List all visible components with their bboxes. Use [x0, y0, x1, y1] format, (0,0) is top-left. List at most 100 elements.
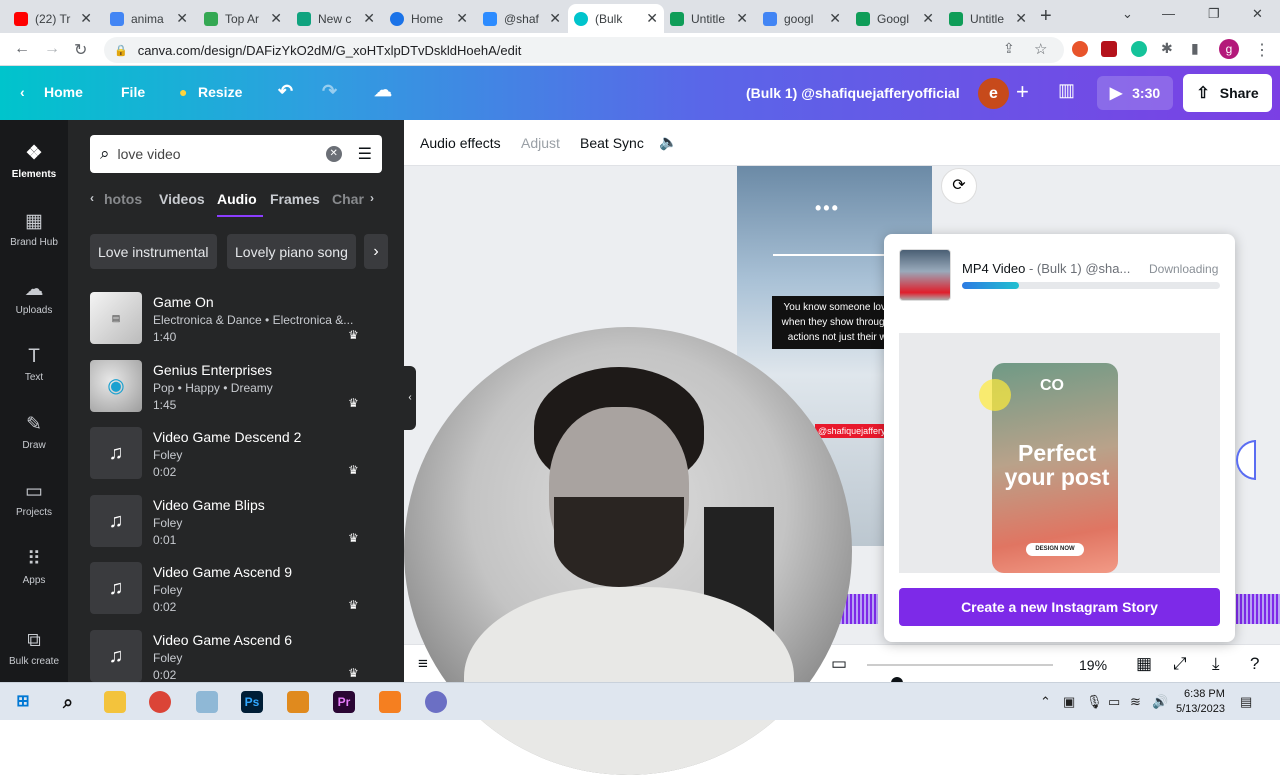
tray-icon[interactable]: ▣	[1063, 694, 1075, 710]
undo-icon[interactable]: ↶	[278, 81, 293, 102]
zoom-level[interactable]: 19%	[1079, 657, 1107, 673]
list-item[interactable]: ♫ Video Game Descend 2 Foley 0:02 ♛	[90, 424, 390, 482]
browser-tab[interactable]: googl ✕	[757, 4, 847, 33]
photoshop-icon[interactable]: Ps	[241, 691, 263, 713]
audio-effects-button[interactable]: Audio effects	[420, 135, 501, 151]
bookmark-star-icon[interactable]: ☆	[1034, 40, 1047, 58]
close-tab-icon[interactable]: ✕	[1015, 10, 1027, 27]
collapse-panel-icon[interactable]: ‹	[404, 366, 416, 430]
avatar[interactable]: e	[978, 78, 1009, 109]
tab-audio[interactable]: Audio	[217, 191, 257, 207]
rail-item-brand-hub[interactable]: ▦ Brand Hub	[0, 210, 68, 248]
tabs-next-icon[interactable]: ›	[370, 191, 374, 205]
windows-start-icon[interactable]: ⊞	[12, 691, 34, 713]
speaker-icon[interactable]: 🔊	[1152, 694, 1168, 710]
analytics-icon[interactable]: ▥	[1058, 80, 1075, 101]
home-button[interactable]: Home	[44, 84, 83, 100]
redo-icon[interactable]: ↷	[322, 81, 337, 102]
add-collaborator-icon[interactable]: +	[1016, 79, 1029, 105]
extension-icon[interactable]	[1101, 41, 1117, 57]
browser-tab[interactable]: Top Ar ✕	[198, 4, 288, 33]
app-icon[interactable]	[379, 691, 401, 713]
system-clock[interactable]: 6:38 PM 5/13/2023	[1176, 687, 1225, 717]
adjust-button[interactable]: Adjust	[521, 135, 560, 151]
close-tab-icon[interactable]: ✕	[176, 10, 188, 27]
browser-tab[interactable]: New c ✕	[291, 4, 381, 33]
design-title[interactable]: (Bulk 1) @shafiquejafferyofficial	[746, 85, 960, 101]
tray-chevron-icon[interactable]: ⌃	[1040, 694, 1051, 710]
back-icon[interactable]: ←	[14, 40, 30, 58]
tab-photos[interactable]: hotos	[104, 191, 142, 207]
microphone-icon[interactable]: 🎙	[1086, 694, 1103, 710]
search-input[interactable]	[117, 146, 326, 162]
battery-icon[interactable]: ▭	[1108, 694, 1120, 710]
search-icon[interactable]: ⌕	[57, 691, 79, 713]
extension-icon[interactable]	[1072, 41, 1088, 57]
refresh-icon[interactable]: ⟳	[941, 168, 977, 204]
app-icon[interactable]	[287, 691, 309, 713]
create-instagram-story-button[interactable]: Create a new Instagram Story	[899, 588, 1220, 626]
rail-item-elements[interactable]: ❖ Elements	[0, 142, 68, 180]
browser-tab[interactable]: Untitle ✕	[664, 4, 754, 33]
close-tab-icon[interactable]: ✕	[829, 10, 841, 27]
list-item[interactable]: ▤ Game On Electronica & Dance • Electron…	[90, 289, 390, 347]
file-menu-button[interactable]: File	[121, 84, 145, 100]
rail-item-uploads[interactable]: ☁ Uploads	[0, 278, 68, 316]
browser-tab[interactable]: @shaf ✕	[477, 4, 567, 33]
rail-item-draw[interactable]: ✎ Draw	[0, 413, 68, 451]
chevron-right-icon[interactable]: ›	[364, 234, 388, 269]
cloud-saved-icon[interactable]: ☁	[374, 80, 392, 101]
rail-item-bulk-create[interactable]: ⧉ Bulk create	[0, 630, 68, 667]
list-item[interactable]: ♫ Video Game Ascend 9 Foley 0:02 ♛	[90, 559, 390, 617]
tabs-prev-icon[interactable]: ‹	[90, 191, 94, 205]
tab-search-icon[interactable]: ⌄	[1122, 6, 1133, 22]
reload-icon[interactable]: ↻	[74, 40, 87, 60]
rail-item-apps[interactable]: ⠿ Apps	[0, 548, 68, 586]
close-tab-icon[interactable]: ✕	[456, 10, 468, 27]
page-view-icon[interactable]: ▭	[831, 654, 847, 674]
share-button[interactable]: ⇧ Share	[1183, 74, 1272, 112]
filter-icon[interactable]: ☰	[358, 144, 372, 164]
minimize-icon[interactable]: —	[1162, 6, 1175, 21]
tab-charts[interactable]: Char	[332, 191, 364, 207]
menu-kebab-icon[interactable]: ⋮	[1254, 40, 1270, 60]
close-tab-icon[interactable]: ✕	[922, 10, 934, 27]
close-tab-icon[interactable]: ✕	[549, 10, 561, 27]
close-tab-icon[interactable]: ✕	[80, 10, 92, 27]
suggestion-chip[interactable]: Lovely piano song	[227, 234, 356, 269]
browser-tab[interactable]: anima ✕	[104, 4, 194, 33]
suggestion-chip[interactable]: Love instrumental	[90, 234, 217, 269]
browser-tab-active[interactable]: (Bulk ✕	[568, 4, 664, 33]
tab-videos[interactable]: Videos	[159, 191, 205, 207]
fullscreen-icon[interactable]: ⤢	[1173, 654, 1187, 674]
resize-button[interactable]: Resize	[198, 84, 242, 100]
rail-item-text[interactable]: T Text	[0, 346, 68, 383]
new-tab-icon[interactable]: +	[1040, 5, 1052, 28]
profile-avatar[interactable]: g	[1219, 39, 1239, 59]
share-page-icon[interactable]: ⇪	[1003, 40, 1015, 57]
grammarly-icon[interactable]	[1131, 41, 1147, 57]
close-window-icon[interactable]: ✕	[1252, 6, 1263, 22]
file-explorer-icon[interactable]	[104, 691, 126, 713]
close-tab-icon[interactable]: ✕	[646, 10, 658, 27]
zoom-slider[interactable]	[867, 664, 1053, 689]
browser-tab[interactable]: (22) Tr ✕	[8, 4, 98, 33]
browser-tab[interactable]: Untitle ✕	[943, 4, 1033, 33]
browser-tab[interactable]: Googl ✕	[850, 4, 940, 33]
forward-icon[interactable]: →	[44, 40, 60, 58]
close-tab-icon[interactable]: ✕	[270, 10, 282, 27]
list-item[interactable]: ♫ Video Game Ascend 6 Foley 0:02 ♛	[90, 627, 390, 685]
chevron-left-icon[interactable]: ‹	[20, 84, 25, 100]
handle-label[interactable]: @shafiquejafferyof	[815, 424, 893, 438]
restore-icon[interactable]: ❐	[1208, 6, 1220, 22]
url-field[interactable]: 🔒 canva.com/design/DAFizYkO2dM/G_xoHTxlp…	[104, 37, 1064, 63]
clear-search-icon[interactable]: ✕	[325, 146, 342, 162]
extensions-puzzle-icon[interactable]: ✱	[1161, 40, 1173, 57]
close-tab-icon[interactable]: ✕	[736, 10, 748, 27]
tab-frames[interactable]: Frames	[270, 191, 320, 207]
app-icon[interactable]	[425, 691, 447, 713]
side-panel-icon[interactable]: ▮	[1191, 40, 1199, 57]
notes-icon[interactable]: ≡	[418, 654, 428, 674]
play-button[interactable]: ▶ 3:30	[1097, 76, 1173, 110]
download-icon[interactable]: ⤓	[1212, 654, 1220, 674]
